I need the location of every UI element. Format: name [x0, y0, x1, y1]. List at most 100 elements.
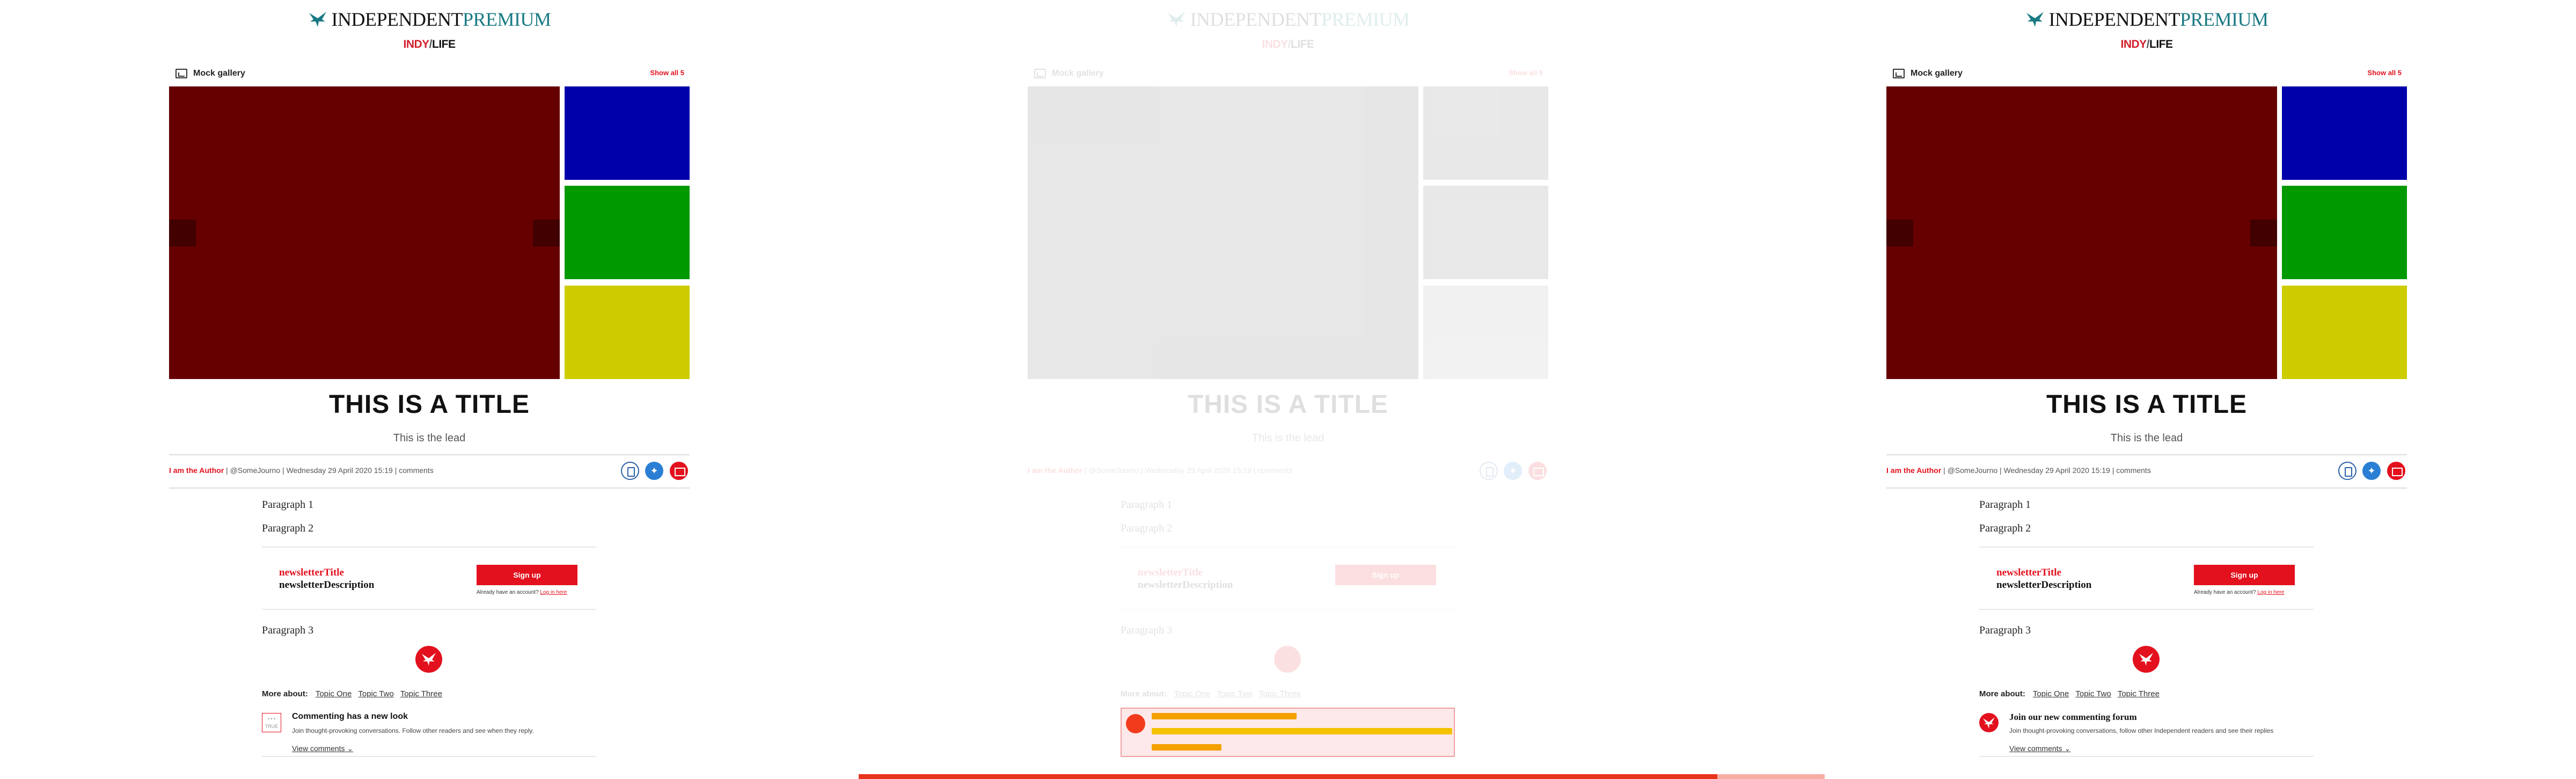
- brand-name: INDEPENDENT: [2048, 9, 2180, 30]
- independent-eagle-icon: [2026, 12, 2044, 27]
- show-all-link[interactable]: Show all 5: [650, 69, 684, 77]
- byline: I am the Author | @SomeJourno | Wednesda…: [1028, 466, 1292, 475]
- show-all-link[interactable]: Show all 5: [2367, 69, 2402, 77]
- gallery-main-image[interactable]: [1028, 86, 1418, 379]
- independent-badge-icon: [415, 646, 442, 673]
- bookmark-icon[interactable]: [2338, 462, 2357, 480]
- section-logo[interactable]: INDY/LIFE: [1717, 38, 2576, 51]
- more-about: More about: Topic One Topic Two Topic Three: [262, 689, 449, 698]
- author-handle[interactable]: @SomeJourno: [1948, 466, 1998, 475]
- section-logo[interactable]: INDY/LIFE: [0, 38, 859, 51]
- author-link[interactable]: I am the Author: [1886, 466, 1941, 475]
- independent-eagle-icon: [1167, 12, 1185, 27]
- sign-up-button[interactable]: Sign up: [2194, 565, 2295, 585]
- comments-link[interactable]: comments: [1257, 466, 1292, 475]
- author-link[interactable]: I am the Author: [1028, 466, 1082, 475]
- paragraph: Paragraph 2: [1121, 522, 1173, 534]
- gallery-thumbnail[interactable]: [565, 186, 690, 279]
- view-comments-button[interactable]: View comments ⌄: [292, 744, 353, 753]
- gallery-thumbnail[interactable]: [565, 286, 690, 379]
- newsletter-box: newsletterTitle newsletterDescription Si…: [1979, 547, 2314, 610]
- section-name-a: INDY: [403, 38, 429, 50]
- twitter-icon[interactable]: ✦: [2362, 462, 2381, 480]
- bookmark-icon[interactable]: [621, 462, 639, 480]
- view-comments-label: View comments: [292, 744, 345, 753]
- topic-link[interactable]: Topic Three: [2118, 689, 2160, 698]
- publish-date: Wednesday 29 April 2020 15:19: [286, 466, 393, 475]
- sign-up-button[interactable]: Sign up: [477, 565, 577, 585]
- view-comments-button[interactable]: View comments ⌄: [2009, 744, 2070, 753]
- newsletter-box: newsletterTitle newsletterDescription Si…: [262, 547, 596, 610]
- faded-content: INDEPENDENTPREMIUM INDY/LIFE Mock galler…: [859, 0, 1717, 698]
- paragraph: Paragraph 3: [262, 624, 314, 636]
- topic-link[interactable]: Topic Three: [400, 689, 442, 698]
- sign-up-button[interactable]: Sign up: [1335, 565, 1436, 585]
- gallery-header: Mock gallery Show all 5: [1886, 67, 2407, 82]
- login-prefix: Already have an account?: [2194, 589, 2256, 595]
- author-handle[interactable]: @SomeJourno: [1089, 466, 1139, 475]
- section-name-b: LIFE: [2149, 38, 2173, 50]
- gallery-main-image[interactable]: [169, 86, 560, 379]
- login-link[interactable]: Log in here: [2257, 589, 2284, 595]
- newsletter-box: newsletterTitle newsletterDescription Si…: [1121, 547, 1455, 610]
- email-icon[interactable]: [670, 462, 688, 480]
- arrow-right-icon[interactable]: [2250, 220, 2277, 246]
- commenting-box: Join our new commenting forum Join thoug…: [1979, 708, 2314, 757]
- topic-link[interactable]: Topic Two: [1217, 689, 1252, 698]
- twitter-icon[interactable]: ✦: [1504, 462, 1522, 480]
- email-icon[interactable]: [2387, 462, 2405, 480]
- bookmark-icon[interactable]: [1480, 462, 1498, 480]
- commenting-icon: [1126, 714, 1145, 733]
- login-link[interactable]: Log in here: [540, 589, 567, 595]
- topic-link[interactable]: Topic One: [2033, 689, 2069, 698]
- gallery-main-image[interactable]: [1886, 86, 2277, 379]
- panel-updated: INDEPENDENTPREMIUM INDY/LIFE Mock galler…: [1717, 0, 2576, 779]
- arrow-left-icon[interactable]: [169, 220, 196, 246]
- glitch-bar: [1152, 713, 1297, 719]
- gallery-thumbnail[interactable]: [565, 86, 690, 180]
- comments-link[interactable]: comments: [399, 466, 434, 475]
- gallery-thumbnail[interactable]: [1423, 286, 1548, 379]
- glitch-bar: [1152, 728, 1452, 734]
- gallery-icon: [1893, 69, 1905, 78]
- show-all-link[interactable]: Show all 5: [1509, 69, 1543, 77]
- panel-faded: INDEPENDENTPREMIUM INDY/LIFE Mock galler…: [859, 0, 1717, 779]
- view-comments-label: View comments: [2009, 744, 2062, 753]
- gallery-thumbnail[interactable]: [2282, 86, 2407, 180]
- brand-name: INDEPENDENT: [1190, 9, 1322, 30]
- topic-link[interactable]: Topic Two: [2075, 689, 2111, 698]
- arrow-left-icon[interactable]: [1886, 220, 1913, 246]
- twitter-icon[interactable]: ✦: [645, 462, 663, 480]
- more-about: More about: Topic One Topic Two Topic Three: [1121, 689, 1307, 698]
- topic-link[interactable]: Topic One: [1174, 689, 1211, 698]
- divider: [169, 487, 690, 489]
- commenting-title: Commenting has a new look: [292, 712, 408, 721]
- author-handle[interactable]: @SomeJourno: [230, 466, 281, 475]
- publish-date: Wednesday 29 April 2020 15:19: [2003, 466, 2110, 475]
- brand-logo[interactable]: INDEPENDENTPREMIUM: [0, 8, 859, 31]
- section-logo[interactable]: INDY/LIFE: [859, 38, 1717, 51]
- brand-logo[interactable]: INDEPENDENTPREMIUM: [859, 8, 1717, 31]
- glitch-bar: [1152, 744, 1221, 751]
- article-lead: This is the lead: [2110, 432, 2183, 444]
- gallery-title: Mock gallery: [193, 69, 245, 78]
- topic-link[interactable]: Topic One: [316, 689, 352, 698]
- independent-eagle-icon: [309, 12, 326, 27]
- topic-link[interactable]: Topic Three: [1259, 689, 1301, 698]
- publish-date: Wednesday 29 April 2020 15:19: [1145, 466, 1252, 475]
- gallery-thumbnail[interactable]: [2282, 186, 2407, 279]
- gallery-thumbnail[interactable]: [1423, 186, 1548, 279]
- topic-link[interactable]: Topic Two: [358, 689, 393, 698]
- arrow-right-icon[interactable]: [533, 220, 560, 246]
- comments-link[interactable]: comments: [2116, 466, 2151, 475]
- gallery-thumbnail[interactable]: [2282, 286, 2407, 379]
- independent-badge-icon: [1274, 646, 1301, 673]
- author-link[interactable]: I am the Author: [169, 466, 224, 475]
- loading-bar: [1717, 774, 1825, 779]
- brand-logo[interactable]: INDEPENDENTPREMIUM: [1717, 8, 2576, 31]
- section-name-b: LIFE: [432, 38, 456, 50]
- gallery-thumbnail[interactable]: [1423, 86, 1548, 180]
- paragraph: Paragraph 2: [262, 522, 314, 534]
- email-icon[interactable]: [1528, 462, 1547, 480]
- login-prefix: Already have an account?: [477, 589, 539, 595]
